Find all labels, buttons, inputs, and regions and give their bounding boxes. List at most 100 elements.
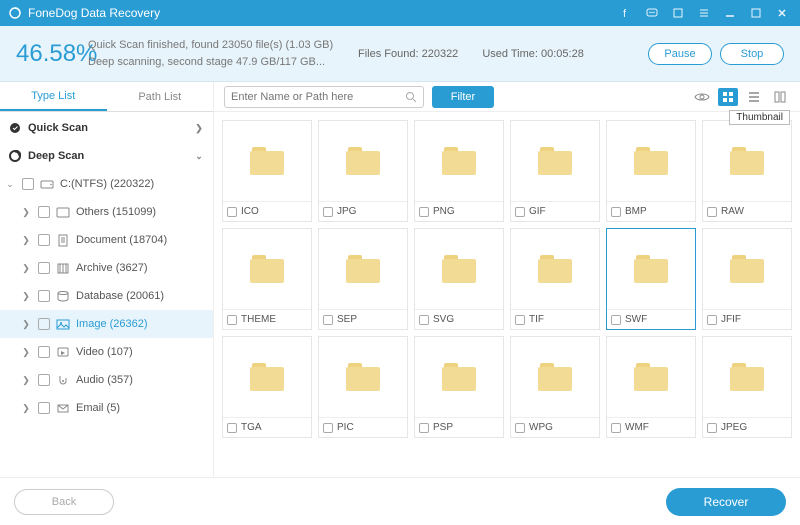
tree-item-label: Others (151099) [76,206,205,218]
file-card[interactable]: SWF [606,228,696,330]
folder-icon [634,147,668,175]
scan-percent: 46.58% [16,40,88,68]
file-card[interactable]: PIC [318,336,408,438]
checkbox[interactable] [323,315,333,325]
file-card[interactable]: TGA [222,336,312,438]
tree-item[interactable]: ❯Database (20061) [0,282,213,310]
tree-item[interactable]: ❯Document (18704) [0,226,213,254]
checkbox[interactable] [38,374,50,386]
tab-path-list[interactable]: Path List [107,82,214,111]
category-icon [56,234,70,247]
folder-icon [538,147,572,175]
file-card[interactable]: BMP [606,120,696,222]
checkbox[interactable] [323,423,333,433]
checkbox[interactable] [707,423,717,433]
search-input-wrapper[interactable] [224,86,424,108]
tree-deep-scan[interactable]: Deep Scan ⌄ [0,142,213,170]
file-card[interactable]: PNG [414,120,504,222]
checkbox[interactable] [22,178,34,190]
checkbox[interactable] [38,290,50,302]
chevron-down-icon: ⌄ [193,151,205,162]
chevron-down-icon: ⌄ [4,179,16,190]
tree: Quick Scan ❯ Deep Scan ⌄ ⌄ C:(NTFS) (220… [0,112,213,477]
checkbox[interactable] [611,207,621,217]
pause-button[interactable]: Pause [648,43,712,65]
file-card[interactable]: PSP [414,336,504,438]
close-button[interactable] [772,3,792,23]
checkbox[interactable] [515,315,525,325]
chevron-right-icon: ❯ [20,347,32,358]
checkbox[interactable] [707,315,717,325]
file-card[interactable]: GIF [510,120,600,222]
file-type-label: JPEG [721,422,747,433]
checkbox[interactable] [227,207,237,217]
stop-button[interactable]: Stop [720,43,784,65]
checkbox[interactable] [419,207,429,217]
facebook-icon[interactable]: f [616,3,636,23]
tree-item[interactable]: ❯Others (151099) [0,198,213,226]
tree-item[interactable]: ❯Video (107) [0,338,213,366]
tree-item[interactable]: ❯Email (5) [0,394,213,422]
checkbox[interactable] [227,423,237,433]
tree-item[interactable]: ❯Archive (3627) [0,254,213,282]
view-list-button[interactable] [744,88,764,106]
view-detail-button[interactable] [770,88,790,106]
feedback-icon[interactable] [642,3,662,23]
tab-type-list[interactable]: Type List [0,82,107,111]
folder-icon [634,363,668,391]
file-card[interactable]: JPEG [702,336,792,438]
view-thumbnail-button[interactable] [718,88,738,106]
scan-meta: Files Found: 220322 Used Time: 00:05:28 [348,48,648,60]
tree-quick-scan[interactable]: Quick Scan ❯ [0,114,213,142]
file-card[interactable]: ICO [222,120,312,222]
file-card[interactable]: WPG [510,336,600,438]
file-type-label: ICO [241,206,259,217]
file-card[interactable]: WMF [606,336,696,438]
sidebar: Type List Path List Quick Scan ❯ Deep Sc… [0,82,214,477]
checkbox[interactable] [38,318,50,330]
tree-item[interactable]: ❯Image (26362) [0,310,213,338]
view-controls: Thumbnail [692,88,790,106]
checkbox[interactable] [227,315,237,325]
recover-button[interactable]: Recover [666,488,786,516]
file-card[interactable]: SVG [414,228,504,330]
checkbox[interactable] [38,346,50,358]
tree-item-label: Archive (3627) [76,262,205,274]
checkbox[interactable] [611,423,621,433]
folder-icon [730,255,764,283]
filter-button[interactable]: Filter [432,86,494,108]
checkbox[interactable] [323,207,333,217]
checkbox[interactable] [38,206,50,218]
files-found-value: 220322 [422,48,459,60]
checkbox[interactable] [515,207,525,217]
file-card[interactable]: JFIF [702,228,792,330]
category-icon [56,290,70,303]
checkbox[interactable] [38,402,50,414]
tree-drive[interactable]: ⌄ C:(NTFS) (220322) [0,170,213,198]
checkbox[interactable] [38,234,50,246]
file-card[interactable]: JPG [318,120,408,222]
folder-icon [250,147,284,175]
checkbox[interactable] [515,423,525,433]
file-card[interactable]: SEP [318,228,408,330]
checkbox[interactable] [419,423,429,433]
file-type-label: PIC [337,422,354,433]
file-card[interactable]: TIF [510,228,600,330]
footer: Back Recover [0,477,800,525]
menu-icon[interactable] [694,3,714,23]
file-type-label: SWF [625,314,647,325]
back-button[interactable]: Back [14,489,114,515]
settings-icon[interactable] [668,3,688,23]
checkbox[interactable] [38,262,50,274]
file-type-label: SEP [337,314,357,325]
tree-item[interactable]: ❯Audio (357) [0,366,213,394]
maximize-button[interactable] [746,3,766,23]
search-input[interactable] [231,91,405,103]
checkbox[interactable] [707,207,717,217]
minimize-button[interactable] [720,3,740,23]
preview-toggle-icon[interactable] [692,88,712,106]
checkbox[interactable] [611,315,621,325]
checkbox[interactable] [419,315,429,325]
file-card[interactable]: RAW [702,120,792,222]
file-card[interactable]: THEME [222,228,312,330]
